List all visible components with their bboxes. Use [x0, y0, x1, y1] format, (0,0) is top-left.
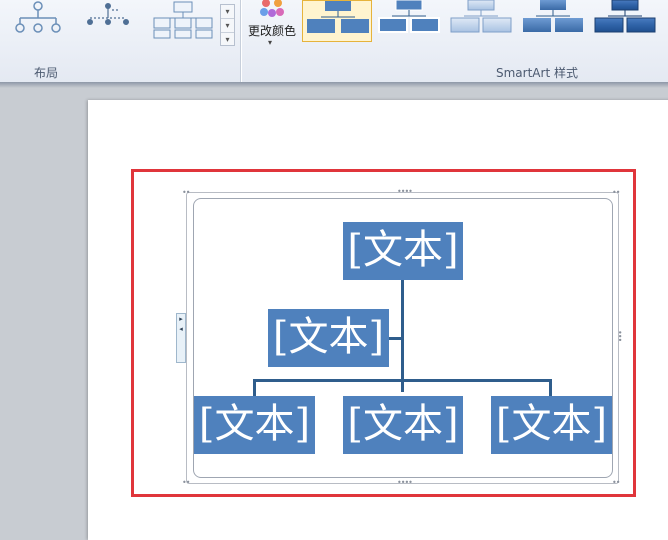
style-subtle-effect-icon — [450, 0, 512, 33]
style-moderate-effect-icon — [523, 0, 583, 32]
color-palette-icon — [260, 0, 284, 17]
layout-group-label: 布局 — [34, 66, 59, 80]
highlight-box — [131, 169, 636, 497]
horizontal-hierarchy-layout-icon[interactable] — [80, 0, 136, 40]
chevron-down-icon[interactable]: ▾ — [221, 5, 234, 19]
change-colors-button[interactable]: 更改颜色 ▾ — [244, 0, 300, 50]
styles-group-label: SmartArt 样式 — [496, 66, 578, 80]
style-intense-effect-icon — [594, 0, 656, 33]
labeled-hierarchy-layout-icon[interactable] — [152, 0, 214, 40]
style-subtle-effect[interactable] — [448, 0, 514, 42]
layout-gallery-scroll[interactable]: ▾ ▾ ▾ — [220, 4, 235, 46]
chevron-down-icon: ▾ — [268, 38, 273, 47]
style-intense-effect[interactable] — [592, 0, 658, 42]
style-moderate-effect[interactable] — [520, 0, 586, 42]
group-divider — [240, 0, 241, 82]
style-white-outline-icon — [378, 0, 440, 33]
gallery-more-icon[interactable]: ▾ — [221, 33, 234, 46]
hierarchy-layout-icon[interactable] — [10, 0, 66, 40]
style-simple-fill[interactable] — [302, 0, 372, 42]
style-simple-fill-icon — [307, 1, 369, 33]
ribbon-shadow — [0, 82, 668, 88]
ribbon: ▾ ▾ ▾ 布局 更改颜色 ▾ SmartArt 样式 — [0, 0, 668, 83]
style-white-outline[interactable] — [376, 0, 442, 42]
change-colors-label: 更改颜色 — [247, 24, 296, 38]
chevron-down-icon[interactable]: ▾ — [221, 19, 234, 33]
